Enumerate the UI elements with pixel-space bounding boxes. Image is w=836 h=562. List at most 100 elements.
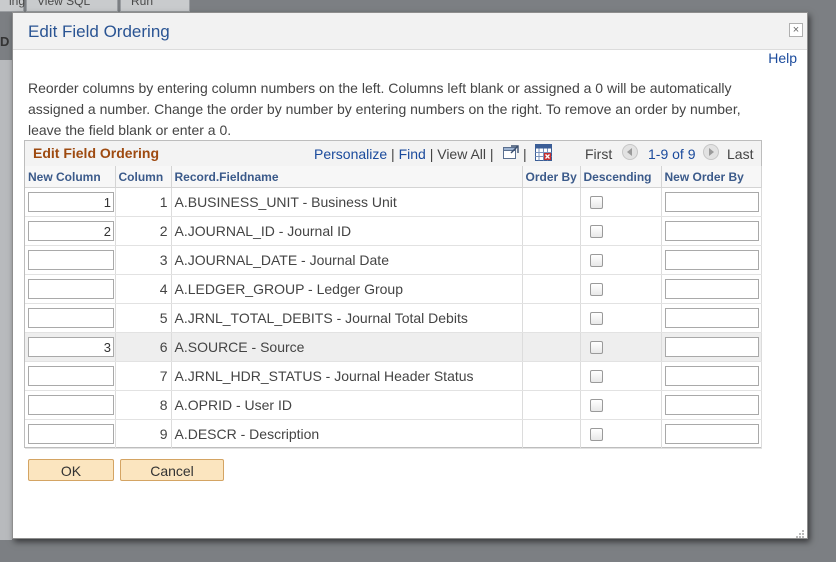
dialog-titlebar[interactable]: Edit Field Ordering × xyxy=(13,13,807,50)
new-order-by-input[interactable] xyxy=(664,337,759,357)
close-icon[interactable]: × xyxy=(789,23,803,37)
table-row: 5 A.JRNL_TOTAL_DEBITS - Journal Total De… xyxy=(25,303,762,333)
table-row: 4 A.LEDGER_GROUP - Ledger Group xyxy=(25,274,762,304)
order-by-value xyxy=(522,303,581,333)
field-ordering-grid: Edit Field Ordering Personalize | Find |… xyxy=(24,140,762,449)
column-header-record-fieldname: Record.Fieldname xyxy=(171,166,523,188)
column-number: 1 xyxy=(115,187,172,217)
personalize-link[interactable]: Personalize xyxy=(314,146,387,162)
table-row: 9 A.DESCR - Description xyxy=(25,419,762,449)
background-tab: ing xyxy=(0,0,25,12)
background-label: D xyxy=(0,34,10,49)
descending-checkbox[interactable] xyxy=(589,224,603,238)
table-row: 1 A.BUSINESS_UNIT - Business Unit xyxy=(25,187,762,217)
new-order-by-input[interactable] xyxy=(664,395,759,415)
last-label: Last xyxy=(727,146,754,162)
record-fieldname: A.JRNL_HDR_STATUS - Journal Header Statu… xyxy=(171,361,523,391)
column-header-order-by: Order By xyxy=(522,166,581,188)
descending-checkbox[interactable] xyxy=(589,369,603,383)
first-label: First xyxy=(585,146,613,162)
help-link[interactable]: Help xyxy=(768,50,797,66)
dialog-title: Edit Field Ordering xyxy=(28,22,170,41)
column-header-new-order-by: New Order By xyxy=(661,166,762,188)
download-excel-icon[interactable] xyxy=(535,144,552,161)
order-by-value xyxy=(522,216,581,246)
new-order-by-input[interactable] xyxy=(664,308,759,328)
column-number: 3 xyxy=(115,245,172,275)
record-fieldname: A.SOURCE - Source xyxy=(171,332,523,362)
column-number: 9 xyxy=(115,419,172,449)
order-by-value xyxy=(522,245,581,275)
new-column-input[interactable] xyxy=(28,337,114,357)
table-row: 7 A.JRNL_HDR_STATUS - Journal Header Sta… xyxy=(25,361,762,391)
view-all-link[interactable]: View All xyxy=(437,146,486,162)
order-by-value xyxy=(522,419,581,449)
column-number: 8 xyxy=(115,390,172,420)
record-fieldname: A.BUSINESS_UNIT - Business Unit xyxy=(171,187,523,217)
nav-separator: | xyxy=(391,146,395,162)
record-fieldname: A.DESCR - Description xyxy=(171,419,523,449)
column-number: 5 xyxy=(115,303,172,333)
new-column-input[interactable] xyxy=(28,424,114,444)
nav-separator: | xyxy=(489,146,494,162)
order-by-value xyxy=(522,390,581,420)
grid-title: Edit Field Ordering xyxy=(33,145,160,161)
descending-checkbox[interactable] xyxy=(589,282,603,296)
find-link[interactable]: Find xyxy=(399,146,426,162)
background-tab-run: Run xyxy=(120,0,190,12)
table-row: 2 A.JOURNAL_ID - Journal ID xyxy=(25,216,762,246)
new-order-by-input[interactable] xyxy=(664,424,759,444)
new-order-by-input[interactable] xyxy=(664,221,759,241)
nav-separator: | xyxy=(429,146,434,162)
column-header-new-column: New Column xyxy=(25,166,116,188)
nav-separator: | xyxy=(523,146,527,162)
column-header-descending: Descending xyxy=(580,166,662,188)
new-order-by-input[interactable] xyxy=(664,192,759,212)
table-header-row: New Column Column Record.Fieldname Order… xyxy=(25,166,762,188)
record-fieldname: A.JOURNAL_ID - Journal ID xyxy=(171,216,523,246)
background-panel xyxy=(0,60,12,540)
record-fieldname: A.JRNL_TOTAL_DEBITS - Journal Total Debi… xyxy=(171,303,523,333)
descending-checkbox[interactable] xyxy=(589,253,603,267)
table-row-highlighted: 6 A.SOURCE - Source xyxy=(25,332,762,362)
grid-nav-links: Personalize | Find | View All | xyxy=(314,146,494,162)
column-header-column: Column xyxy=(115,166,172,188)
descending-checkbox[interactable] xyxy=(589,311,603,325)
instructions-text: Reorder columns by entering column numbe… xyxy=(28,80,741,138)
new-column-input[interactable] xyxy=(28,395,114,415)
descending-checkbox[interactable] xyxy=(589,340,603,354)
record-fieldname: A.JOURNAL_DATE - Journal Date xyxy=(171,245,523,275)
order-by-value xyxy=(522,187,581,217)
grid-toolbar: Edit Field Ordering Personalize | Find |… xyxy=(25,141,761,167)
first-arrow-icon[interactable] xyxy=(622,144,638,160)
new-column-input[interactable] xyxy=(28,221,114,241)
field-ordering-table: New Column Column Record.Fieldname Order… xyxy=(25,166,762,449)
row-range: 1-9 of 9 xyxy=(648,146,696,162)
new-column-input[interactable] xyxy=(28,192,114,212)
new-column-input[interactable] xyxy=(28,308,114,328)
descending-checkbox[interactable] xyxy=(589,195,603,209)
column-number: 4 xyxy=(115,274,172,304)
cancel-button[interactable]: Cancel xyxy=(120,459,224,481)
new-column-input[interactable] xyxy=(28,250,114,270)
zoom-grid-icon[interactable] xyxy=(503,145,519,159)
order-by-value xyxy=(522,361,581,391)
table-row: 3 A.JOURNAL_DATE - Journal Date xyxy=(25,245,762,275)
record-fieldname: A.OPRID - User ID xyxy=(171,390,523,420)
new-order-by-input[interactable] xyxy=(664,366,759,386)
edit-field-ordering-dialog: Edit Field Ordering × Help Reorder colum… xyxy=(12,12,808,539)
new-column-input[interactable] xyxy=(28,279,114,299)
resize-grip-icon[interactable] xyxy=(795,526,805,538)
column-number: 7 xyxy=(115,361,172,391)
descending-checkbox[interactable] xyxy=(589,398,603,412)
new-order-by-input[interactable] xyxy=(664,250,759,270)
descending-checkbox[interactable] xyxy=(589,427,603,441)
last-arrow-icon[interactable] xyxy=(703,144,719,160)
table-row: 8 A.OPRID - User ID xyxy=(25,390,762,420)
ok-button[interactable]: OK xyxy=(28,459,114,481)
new-order-by-input[interactable] xyxy=(664,279,759,299)
background-tab-view-sql: View SQL xyxy=(26,0,118,12)
new-column-input[interactable] xyxy=(28,366,114,386)
record-fieldname: A.LEDGER_GROUP - Ledger Group xyxy=(171,274,523,304)
order-by-value xyxy=(522,274,581,304)
